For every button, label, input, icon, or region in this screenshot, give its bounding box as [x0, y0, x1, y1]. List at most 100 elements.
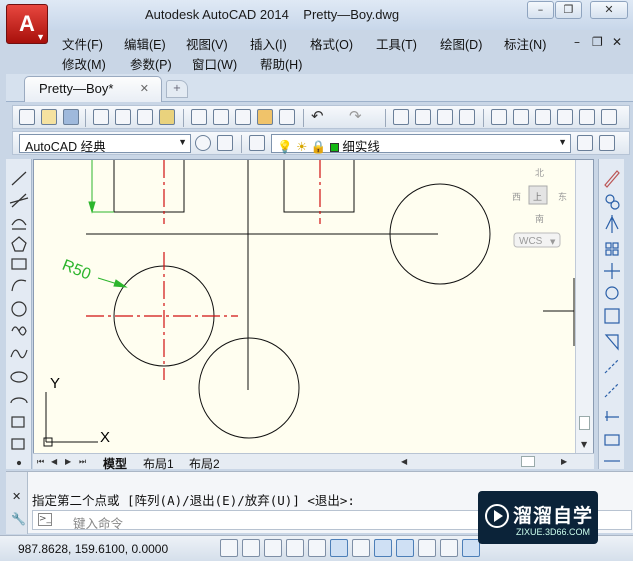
doc-restore-button[interactable]: ❐ [592, 35, 603, 49]
make-current-layer-icon[interactable] [577, 135, 593, 151]
open-file-icon[interactable] [41, 109, 57, 125]
print-icon[interactable] [93, 109, 109, 125]
draw-tool-icons[interactable] [6, 159, 32, 469]
dynamic-input-icon[interactable] [418, 539, 436, 557]
command-prompt-icon[interactable]: >_ [38, 513, 52, 526]
coordinate-readout[interactable]: 987.8628, 159.6100, 0.0000 [18, 542, 168, 556]
transparency-icon[interactable] [462, 539, 480, 557]
close-icon[interactable]: ✕ [12, 490, 21, 503]
markup-icon[interactable] [579, 109, 595, 125]
modify-tool-icons[interactable] [599, 159, 625, 469]
print-preview-icon[interactable] [115, 109, 131, 125]
next-layout-icon[interactable]: ▶ [65, 456, 74, 467]
break-icon [605, 411, 619, 421]
new-file-icon[interactable] [19, 109, 35, 125]
hscroll-left-icon[interactable]: ◀ [401, 456, 410, 467]
paste-icon[interactable] [235, 109, 251, 125]
save-icon[interactable] [63, 109, 79, 125]
layer-previous-icon[interactable] [599, 135, 615, 151]
block-editor-icon[interactable] [279, 109, 295, 125]
scroll-thumb[interactable] [579, 416, 590, 430]
new-tab-button[interactable]: + [166, 80, 188, 98]
tool-palettes-icon[interactable] [535, 109, 551, 125]
layers-toolbar: AutoCAD 经典 ▼ 💡 ☀ 🔒 细实线 ▼ [12, 131, 630, 155]
layer-select[interactable]: 💡 ☀ 🔒 细实线 ▼ [271, 134, 571, 154]
menu-insert[interactable]: 插入(I) [250, 34, 287, 53]
close-button[interactable]: ✕ [590, 1, 628, 19]
line-icon [11, 171, 27, 186]
menu-format[interactable]: 格式(O) [310, 34, 353, 53]
watermark-subtitle: ZIXUE.3D66.COM [516, 527, 591, 537]
doc-minimize-button[interactable]: – [574, 35, 580, 49]
redo-icon[interactable]: ↷ [349, 109, 365, 125]
command-history-line: 指定第二个点或 [阵列(A)/退出(E)/放弃(U)] <退出>: [32, 493, 355, 508]
menu-dimension[interactable]: 标注(N) [504, 34, 546, 53]
menu-draw[interactable]: 绘图(D) [440, 34, 482, 53]
hscroll-thumb[interactable] [521, 456, 535, 467]
menu-parametric[interactable]: 参数(P) [130, 54, 172, 73]
menu-help[interactable]: 帮助(H) [260, 54, 302, 73]
drawing-geometry[interactable]: R50 北 西 东 南 上 WCS ▼ Y X [34, 160, 594, 454]
insert-block-icon [11, 416, 25, 428]
zoom-previous-icon[interactable] [459, 109, 475, 125]
menu-edit[interactable]: 编辑(E) [124, 34, 166, 53]
file-tab-pretty-boy[interactable]: Pretty—Boy* ✕ [24, 76, 162, 102]
wrench-icon[interactable]: 🔧 [11, 512, 26, 526]
3d-dwf-icon[interactable] [159, 109, 175, 125]
vertical-scrollbar[interactable]: ▼ [575, 160, 593, 454]
pan-icon[interactable] [393, 109, 409, 125]
offset-icon [605, 242, 612, 249]
doc-close-button[interactable]: ✕ [612, 35, 622, 49]
publish-icon[interactable] [137, 109, 153, 125]
object-snap-icon[interactable] [330, 539, 348, 557]
drawing-canvas[interactable]: R50 北 西 东 南 上 WCS ▼ Y X [33, 159, 594, 454]
application-menu-button[interactable]: A ▼ [6, 4, 48, 44]
layer-properties-icon[interactable] [249, 135, 265, 151]
polar-tracking-icon[interactable] [308, 539, 326, 557]
menu-tools[interactable]: 工具(T) [376, 34, 417, 53]
design-center-icon[interactable] [513, 109, 529, 125]
menu-window[interactable]: 窗口(W) [192, 54, 237, 73]
move-icon [604, 263, 620, 279]
workspace-select[interactable]: AutoCAD 经典 ▼ [19, 134, 191, 154]
3d-object-snap-icon[interactable] [352, 539, 370, 557]
hscroll-right-icon[interactable]: ▶ [561, 456, 570, 467]
calculator-icon[interactable] [601, 109, 617, 125]
zoom-realtime-icon[interactable] [415, 109, 431, 125]
menu-file[interactable]: 文件(F) [62, 34, 103, 53]
prev-layout-icon[interactable]: ◀ [51, 456, 60, 467]
menu-modify[interactable]: 修改(M) [62, 54, 106, 73]
copy-icon[interactable] [213, 109, 229, 125]
undo-icon[interactable]: ↶ [311, 109, 327, 125]
match-properties-icon[interactable] [257, 109, 273, 125]
ortho-mode-icon[interactable] [286, 539, 304, 557]
stretch-icon [604, 334, 619, 351]
infer-constraints-icon[interactable] [220, 539, 238, 557]
customize-icon[interactable] [217, 135, 233, 151]
snap-mode-icon[interactable] [242, 539, 260, 557]
close-tab-icon[interactable]: ✕ [140, 82, 149, 95]
sheet-set-icon[interactable] [557, 109, 573, 125]
ucs-x-label: X [100, 429, 110, 446]
viewcube-compass[interactable]: 北 西 东 南 上 [512, 168, 567, 225]
object-snap-tracking-icon[interactable] [374, 539, 392, 557]
layout-tab-model[interactable]: 模型 [103, 455, 127, 472]
workspace-settings-icon[interactable] [195, 135, 211, 151]
first-layout-icon[interactable]: ⏮ [37, 456, 46, 467]
dynamic-ucs-icon[interactable] [396, 539, 414, 557]
modify-toolbar [598, 159, 624, 469]
scroll-down-icon[interactable]: ▼ [581, 440, 587, 449]
lock-icon: 🔒 [310, 140, 327, 154]
grid-display-icon[interactable] [264, 539, 282, 557]
minimize-button[interactable]: – [527, 1, 554, 19]
command-line-grip[interactable]: ✕ 🔧 [6, 472, 28, 534]
restore-button[interactable]: ❐ [555, 1, 582, 19]
last-layout-icon[interactable]: ⏭ [79, 456, 88, 467]
cut-icon[interactable] [191, 109, 207, 125]
menu-view[interactable]: 视图(V) [186, 34, 228, 53]
layout-tab-2[interactable]: 布局2 [189, 455, 220, 472]
lineweight-icon[interactable] [440, 539, 458, 557]
layout-tab-1[interactable]: 布局1 [143, 455, 174, 472]
zoom-window-icon[interactable] [437, 109, 453, 125]
properties-icon[interactable] [491, 109, 507, 125]
